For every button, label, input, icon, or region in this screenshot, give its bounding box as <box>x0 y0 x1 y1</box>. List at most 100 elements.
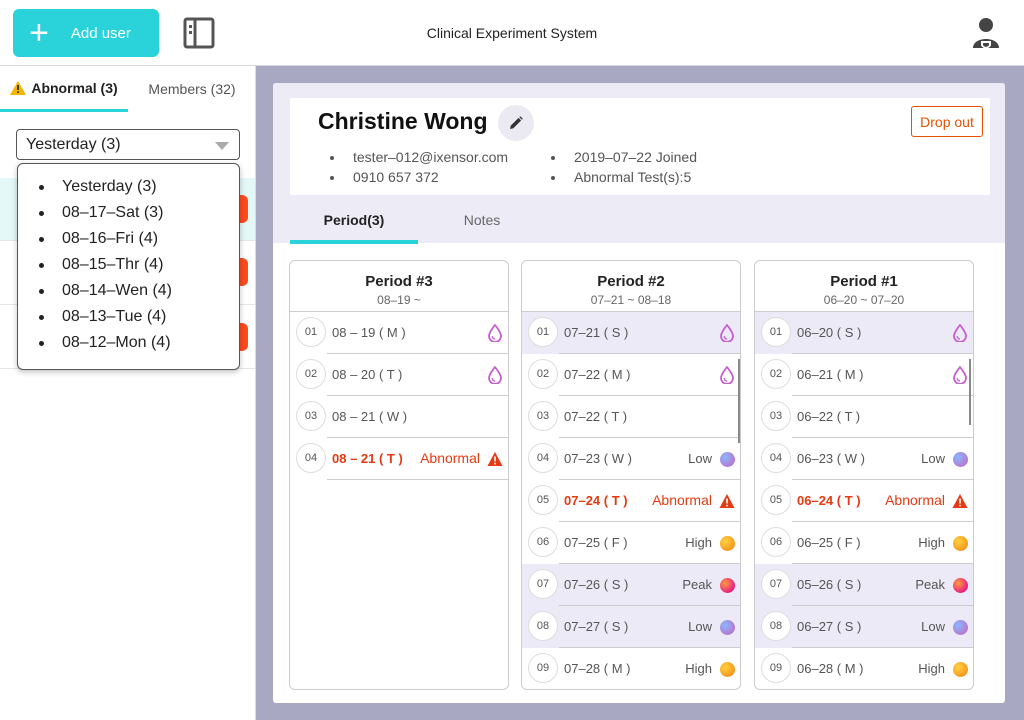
entry-number: 03 <box>528 401 558 431</box>
entry-number: 02 <box>528 359 558 389</box>
dropdown-option[interactable]: 08–17–Sat (3) <box>18 200 239 226</box>
test-entry-row[interactable]: 02 08 – 20 ( T ) <box>290 354 508 396</box>
edit-button[interactable] <box>498 105 534 141</box>
drop-icon <box>720 366 734 384</box>
test-entry-row[interactable]: 03 06–22 ( T ) <box>755 396 973 438</box>
test-entry-row[interactable]: 01 07–21 ( S ) <box>522 312 740 354</box>
period-range: 06–20 ~ 07–20 <box>823 293 905 307</box>
date-filter-value: Yesterday (3) <box>26 136 121 153</box>
high-level-icon <box>953 662 968 677</box>
tab-abnormal[interactable]: Abnormal (3) <box>0 66 128 112</box>
entry-number: 06 <box>528 527 558 557</box>
entry-number: 03 <box>761 401 791 431</box>
high-level-icon <box>720 536 735 551</box>
entry-date: 07–23 ( W ) <box>564 451 632 466</box>
entry-number: 04 <box>296 443 326 473</box>
peak-level-icon <box>720 578 735 593</box>
test-entry-row[interactable]: 01 06–20 ( S ) <box>755 312 973 354</box>
test-entry-row[interactable]: 08 07–27 ( S ) Low <box>522 606 740 648</box>
active-tab-indicator <box>290 240 418 244</box>
test-entry-row[interactable]: 02 06–21 ( M ) <box>755 354 973 396</box>
entry-date: 07–22 ( T ) <box>564 409 628 424</box>
test-entry-row[interactable]: 01 08 – 19 ( M ) <box>290 312 508 354</box>
period-column: Period #3 08–19 ~ 01 08 – 19 ( M ) 02 08 – 20… <box>289 260 509 690</box>
drop-out-button[interactable]: Drop out <box>911 106 983 137</box>
entry-date: 06–21 ( M ) <box>797 367 864 382</box>
entry-date: 06–25 ( F ) <box>797 535 861 550</box>
entry-number: 04 <box>528 443 558 473</box>
low-level-icon <box>953 452 968 467</box>
entry-number: 03 <box>296 401 326 431</box>
user-avatar-icon[interactable] <box>972 16 1000 50</box>
entry-status: High <box>918 661 945 676</box>
low-level-icon <box>720 620 735 635</box>
add-user-button[interactable]: + Add user <box>13 9 159 57</box>
entry-date: 08 – 20 ( T ) <box>332 367 403 382</box>
low-level-icon <box>720 452 735 467</box>
divider <box>559 689 741 690</box>
warning-icon <box>952 494 968 508</box>
patient-phone: 0910 657 372 <box>330 169 439 185</box>
tab-members[interactable]: Members (32) <box>128 66 256 112</box>
test-entry-row[interactable]: 06 06–25 ( F ) High <box>755 522 973 564</box>
high-level-icon <box>720 662 735 677</box>
entry-status: Abnormal <box>885 492 945 508</box>
dropdown-option[interactable]: 08–13–Tue (4) <box>18 304 239 330</box>
date-filter-dropdown: Yesterday (3) 08–17–Sat (3) 08–16–Fri (4… <box>17 163 240 370</box>
dropdown-option[interactable]: 08–15–Thr (4) <box>18 252 239 278</box>
period-title: Period #3 <box>365 273 433 290</box>
period-title: Period #1 <box>830 273 898 290</box>
entry-date: 08 – 21 ( T ) <box>332 451 403 466</box>
period-column: Period #2 07–21 ~ 08–18 01 07–21 ( S ) 02 07–… <box>521 260 741 690</box>
entry-date: 06–20 ( S ) <box>797 325 862 340</box>
test-entry-row[interactable]: 07 07–26 ( S ) Peak <box>522 564 740 606</box>
entry-number: 06 <box>761 527 791 557</box>
test-entry-row[interactable]: 04 08 – 21 ( T ) Abnormal <box>290 438 508 480</box>
entry-status: Low <box>921 451 945 466</box>
entry-date: 06–24 ( T ) <box>797 493 861 508</box>
test-entry-row[interactable]: 09 07–28 ( M ) High <box>522 648 741 690</box>
test-entry-row[interactable]: 04 06–23 ( W ) Low <box>755 438 973 480</box>
test-entry-row[interactable]: 09 06–28 ( M ) High <box>755 648 973 689</box>
patient-joined: 2019–07–22 Joined <box>550 149 698 165</box>
entry-date: 06–27 ( S ) <box>797 619 862 634</box>
drop-icon <box>488 324 502 342</box>
tab-notes[interactable]: Notes <box>418 212 546 228</box>
entry-status: High <box>685 535 712 550</box>
entry-number: 05 <box>528 485 558 515</box>
patient-abnormal-count: Abnormal Test(s):5 <box>550 169 692 185</box>
dropdown-option[interactable]: 08–12–Mon (4) <box>18 330 239 356</box>
test-entry-row[interactable]: 05 06–24 ( T ) Abnormal <box>755 480 973 522</box>
dropdown-option[interactable]: 08–14–Wen (4) <box>18 278 239 304</box>
entry-number: 01 <box>528 317 558 347</box>
low-level-icon <box>953 620 968 635</box>
entry-status: Abnormal <box>420 450 480 466</box>
add-user-label: Add user <box>70 24 131 42</box>
warning-icon <box>10 80 27 95</box>
scrollbar[interactable] <box>969 359 971 425</box>
test-entry-row[interactable]: 07 05–26 ( S ) Peak <box>755 564 973 606</box>
patient-email: tester–012@ixensor.com <box>329 149 509 165</box>
date-filter-select[interactable]: Yesterday (3) <box>16 129 240 160</box>
entry-status: Low <box>688 451 712 466</box>
entry-number: 07 <box>761 569 791 599</box>
entry-number: 09 <box>761 653 791 683</box>
test-entry-row[interactable]: 06 07–25 ( F ) High <box>522 522 740 564</box>
period-range: 08–19 ~ <box>377 293 421 307</box>
test-entry-row[interactable]: 05 07–24 ( T ) Abnormal <box>522 480 740 522</box>
entry-number: 04 <box>761 443 791 473</box>
dropdown-option[interactable]: Yesterday (3) <box>18 174 239 200</box>
entry-date: 06–28 ( M ) <box>797 661 864 676</box>
test-entry-row[interactable]: 04 07–23 ( W ) Low <box>522 438 740 480</box>
entry-date: 07–22 ( M ) <box>564 367 631 382</box>
period-column: Period #1 06–20 ~ 07–20 01 06–20 ( S ) 02 06–… <box>754 260 974 690</box>
tab-period[interactable]: Period(3) <box>290 212 418 228</box>
test-entry-row[interactable]: 03 08 – 21 ( W ) <box>290 396 508 438</box>
period-title: Period #2 <box>597 273 665 290</box>
test-entry-row[interactable]: 03 07–22 ( T ) <box>522 396 740 438</box>
side-panel-icon[interactable] <box>183 17 215 49</box>
test-entry-row[interactable]: 02 07–22 ( M ) <box>522 354 740 396</box>
test-entry-row[interactable]: 08 06–27 ( S ) Low <box>755 606 973 648</box>
scrollbar[interactable] <box>738 359 740 443</box>
dropdown-option[interactable]: 08–16–Fri (4) <box>18 226 239 252</box>
